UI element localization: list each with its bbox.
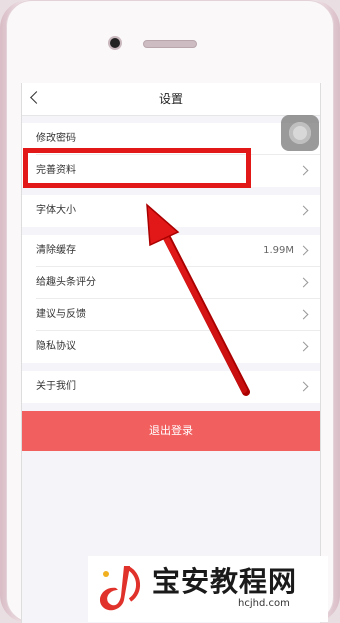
watermark: 宝安教程网 hcjhd.com	[88, 556, 328, 622]
brand-logo-icon	[99, 566, 140, 611]
annotation-arrow-icon	[146, 203, 250, 396]
watermark-url: hcjhd.com	[238, 598, 290, 609]
watermark-brand: 宝安教程网	[152, 565, 298, 598]
